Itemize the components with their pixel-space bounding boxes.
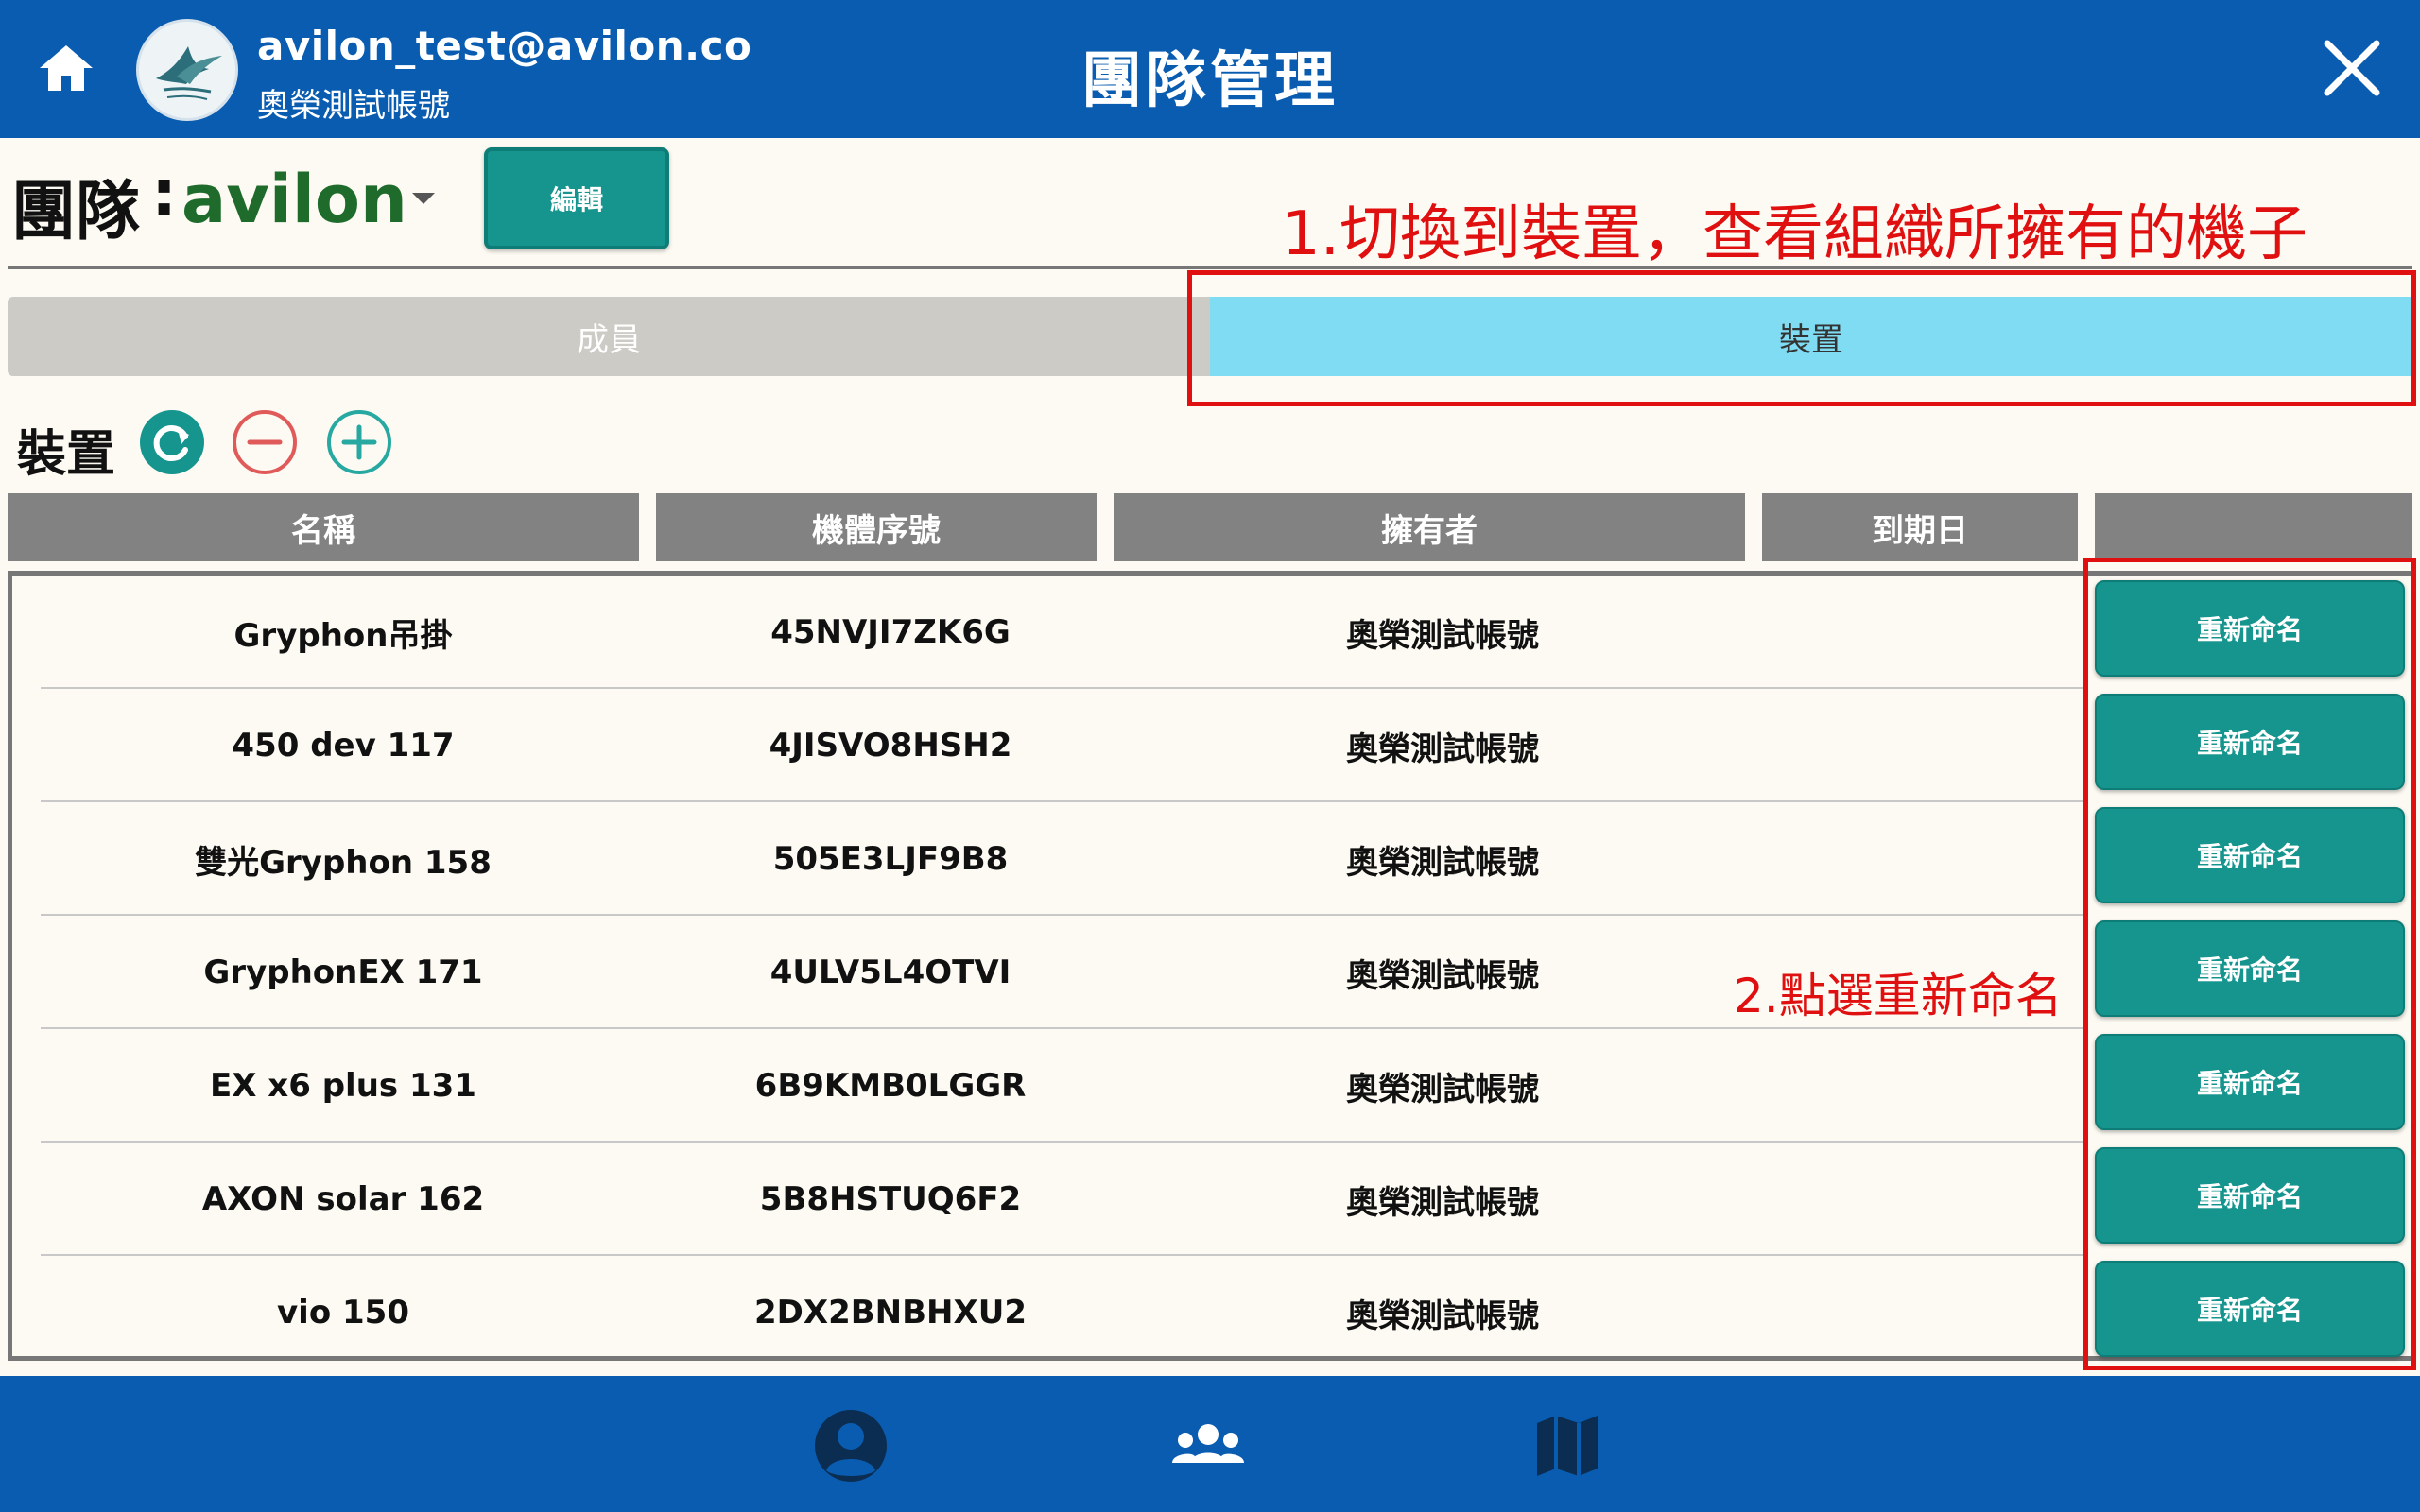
column-header-name: 名稱 — [8, 493, 639, 561]
column-header-owner: 擁有者 — [1114, 493, 1745, 561]
device-owner: 奧榮測試帳號 — [1346, 956, 1539, 995]
device-serial: 505E3LJF9B8 — [772, 840, 1009, 878]
team-icon[interactable] — [1163, 1400, 1253, 1491]
device-serial: 5B8HSTUQ6F2 — [759, 1180, 1022, 1218]
table-row: AXON solar 162 5B8HSTUQ6F2 奧榮測試帳號 — [41, 1143, 2083, 1256]
person-icon[interactable] — [805, 1400, 896, 1491]
map-icon[interactable] — [1522, 1400, 1613, 1491]
device-name: GryphonEX 171 — [203, 954, 483, 991]
annotation-step-1: 1.切換到裝置，查看組織所擁有的機子 — [1282, 199, 2308, 269]
avatar[interactable] — [136, 19, 238, 121]
device-serial: 4ULV5L4OTVI — [769, 954, 1011, 991]
device-serial: 4JISVO8HSH2 — [769, 727, 1012, 765]
edit-team-button[interactable]: 編輯 — [484, 147, 669, 249]
device-expiry — [1776, 689, 2092, 802]
device-owner: 奧榮測試帳號 — [1346, 843, 1539, 882]
account-name: 奧榮測試帳號 — [257, 87, 450, 125]
tab-members[interactable]: 成員 — [8, 297, 1210, 376]
top-app-bar: avilon_test@avilon.co 奧榮測試帳號 團隊管理 — [0, 0, 2420, 138]
column-header-expiry: 到期日 — [1762, 493, 2078, 561]
team-label: 團隊 — [11, 175, 141, 249]
device-owner: 奧榮測試帳號 — [1346, 1297, 1539, 1335]
device-expiry — [1776, 1143, 2092, 1256]
device-name: EX x6 plus 131 — [210, 1067, 476, 1105]
table-row: EX x6 plus 131 6B9KMB0LGGR 奧榮測試帳號 — [41, 1029, 2083, 1143]
refresh-icon[interactable] — [138, 408, 206, 476]
table-row: 雙光Gryphon 158 505E3LJF9B8 奧榮測試帳號 — [41, 802, 2083, 916]
device-serial: 2DX2BNBHXU2 — [754, 1294, 1027, 1332]
device-expiry — [1776, 1029, 2092, 1143]
home-icon[interactable] — [36, 38, 96, 98]
device-expiry — [1776, 576, 2092, 689]
device-name: AXON solar 162 — [201, 1180, 485, 1218]
device-owner: 奧榮測試帳號 — [1346, 1070, 1539, 1108]
remove-icon[interactable] — [231, 408, 299, 476]
device-expiry — [1776, 802, 2092, 916]
table-row: Gryphon吊掛 45NVJI7ZK6G 奧榮測試帳號 — [41, 576, 2083, 689]
table-row: vio 150 2DX2BNBHXU2 奧榮測試帳號 — [41, 1256, 2083, 1369]
device-name: 雙光Gryphon 158 — [195, 843, 492, 882]
device-serial: 6B9KMB0LGGR — [754, 1067, 1027, 1105]
close-icon[interactable] — [2320, 36, 2384, 100]
add-icon[interactable] — [325, 408, 393, 476]
caret-down-icon[interactable] — [412, 193, 435, 204]
device-owner: 奧榮測試帳號 — [1346, 616, 1539, 655]
device-owner: 奧榮測試帳號 — [1346, 730, 1539, 768]
account-email: avilon_test@avilon.co — [257, 23, 752, 69]
device-name: 450 dev 117 — [232, 727, 455, 765]
bottom-nav-bar — [0, 1376, 2420, 1512]
page-title: 團隊管理 — [1081, 46, 1339, 116]
team-name-select[interactable]: avilon — [182, 161, 407, 238]
annotation-highlight-tab — [1187, 270, 2416, 406]
column-header-action — [2095, 493, 2412, 561]
device-expiry — [1776, 1256, 2092, 1369]
annotation-highlight-rename — [2083, 558, 2416, 1370]
device-owner: 奧榮測試帳號 — [1346, 1183, 1539, 1222]
team-colon: : — [151, 157, 178, 232]
section-title: 裝置 — [17, 426, 116, 483]
device-name: vio 150 — [277, 1294, 409, 1332]
device-name: Gryphon吊掛 — [233, 616, 453, 655]
device-serial: 45NVJI7ZK6G — [770, 613, 1011, 651]
bird-logo-icon — [156, 46, 222, 100]
annotation-step-2: 2.點選重新命名 — [1734, 969, 2063, 1023]
column-header-serial: 機體序號 — [656, 493, 1097, 561]
table-row: 450 dev 117 4JISVO8HSH2 奧榮測試帳號 — [41, 689, 2083, 802]
